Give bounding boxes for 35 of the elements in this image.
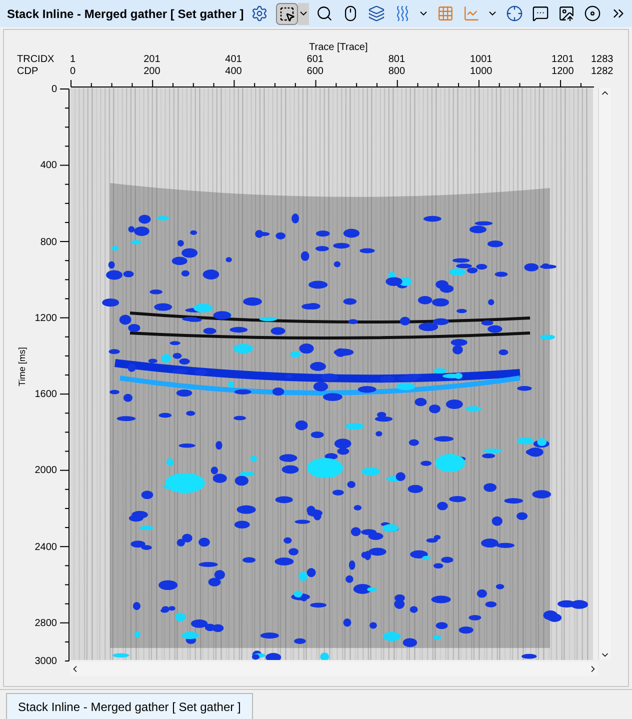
x-tick-label: 200	[144, 65, 160, 79]
x-tick-label: 0	[70, 65, 76, 79]
x-tick-label: 400	[225, 65, 242, 79]
x-tick-label: 800	[388, 65, 406, 79]
x-tick-label: 1	[70, 53, 76, 67]
vertical-scrollbar[interactable]	[598, 88, 611, 660]
horizontal-scrollbar[interactable]	[70, 662, 598, 676]
x-tick-label: 600	[306, 65, 324, 79]
x-tick-label: 401	[225, 53, 242, 67]
x-tick-label: 1283	[591, 53, 614, 67]
y-tick-label: 0	[50, 83, 57, 97]
y-tick-label: 800	[39, 236, 57, 250]
y-tick-label: 2000	[34, 464, 57, 478]
x-tick-label: 1001	[470, 53, 492, 67]
x-tick-label: 1282	[591, 65, 614, 79]
x-tick-label: 801	[388, 53, 406, 67]
y-tick-label: 1600	[34, 388, 57, 402]
window-title: Stack Inline - Merged gather [ Set gather ]	[7, 6, 244, 22]
y-tick-label: 2400	[34, 540, 57, 555]
y-tick-label: 1200	[34, 312, 57, 326]
y-tick-label: 400	[39, 159, 57, 174]
axis-row-label: CDP	[17, 65, 38, 79]
caret-icon[interactable]	[298, 2, 309, 24]
x-tick-label: 1200	[552, 65, 574, 79]
x-tick-label: 1000	[470, 65, 492, 79]
document-tab[interactable]: Stack Inline - Merged gather [ Set gather ]	[6, 693, 253, 719]
y-axis-title: Time [ms]	[16, 347, 28, 386]
x-tick-label: 601	[306, 53, 324, 67]
x-tick-label: 201	[144, 53, 160, 67]
pointer-tool-button[interactable]	[276, 2, 298, 24]
y-tick-label: 2800	[34, 616, 57, 631]
x-tick-label: 1201	[552, 53, 574, 67]
x-axis-title: Trace [Trace]	[309, 41, 368, 55]
y-tick-label: 3000	[34, 655, 57, 669]
axis-row-label: TRCIDX	[17, 53, 54, 67]
